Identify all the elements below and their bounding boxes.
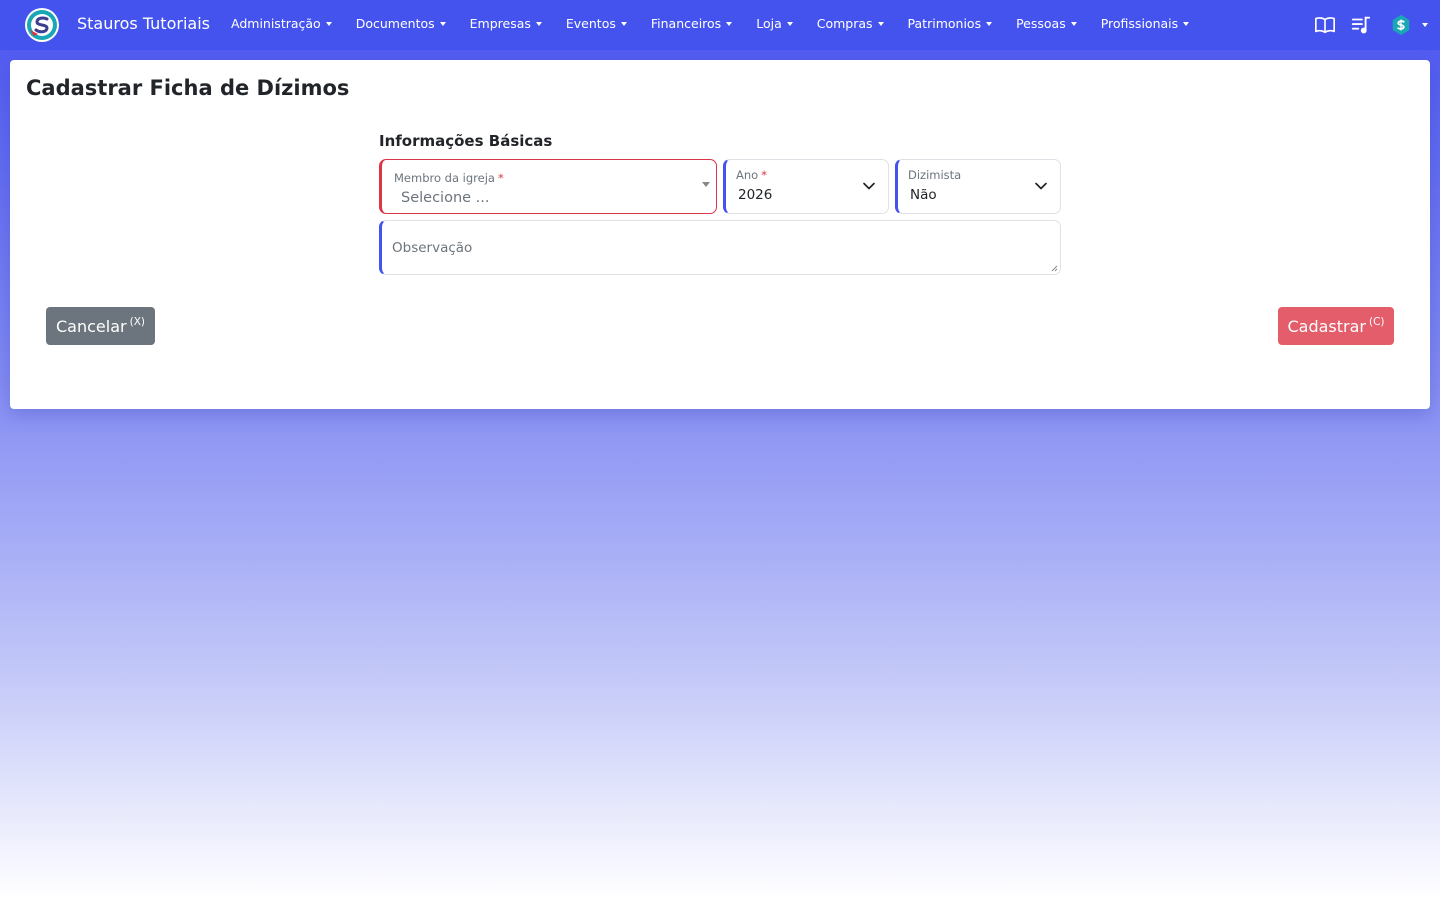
observation-textarea[interactable]: Observação [379, 220, 1061, 275]
caret-down-icon [1070, 21, 1077, 26]
tither-value: Não [910, 187, 937, 203]
book-icon[interactable] [1312, 12, 1338, 38]
menu-label: Eventos [565, 16, 616, 31]
menu-label: Financeiros [650, 16, 722, 31]
resize-handle-icon[interactable] [1050, 264, 1058, 272]
menu-pessoas[interactable]: Pessoas [1016, 16, 1077, 31]
caret-down-icon [877, 21, 884, 26]
cancel-button[interactable]: Cancelar (X) [46, 307, 155, 345]
caret-down-icon [726, 21, 733, 26]
main-menu: Administração Documentos Empresas Evento… [231, 16, 1213, 31]
tither-select[interactable]: Dizimista Não [895, 159, 1061, 214]
observation-placeholder: Observação [392, 240, 473, 256]
navbar: Stauros Tutoriais Administração Document… [0, 0, 1440, 50]
menu-compras[interactable]: Compras [817, 16, 884, 31]
menu-label: Administração [231, 16, 321, 31]
menu-documentos[interactable]: Documentos [356, 16, 446, 31]
submit-button[interactable]: Cadastrar (C) [1278, 307, 1394, 345]
chevron-down-icon [863, 182, 875, 190]
chevron-down-icon [1035, 182, 1047, 190]
caret-down-icon [1183, 21, 1190, 26]
caret-down-icon [535, 21, 542, 26]
submit-label: Cadastrar [1287, 316, 1366, 336]
year-value: 2026 [738, 187, 773, 203]
menu-profissionais[interactable]: Profissionais [1100, 16, 1190, 31]
menu-loja[interactable]: Loja [756, 16, 793, 31]
caret-down-icon [986, 21, 993, 26]
member-placeholder: Selecione ... [401, 190, 490, 206]
required-mark: * [761, 168, 767, 182]
dropdown-arrow-icon [702, 182, 710, 187]
page-title: Cadastrar Ficha de Dízimos [26, 76, 350, 100]
member-select[interactable]: Membro da igreja * Selecione ... [379, 159, 717, 214]
menu-eventos[interactable]: Eventos [566, 16, 627, 31]
year-label: Ano * [736, 168, 767, 182]
playlist-icon[interactable] [1348, 12, 1374, 38]
menu-label: Compras [816, 16, 873, 31]
cancel-shortcut: (X) [129, 316, 145, 328]
brand-name[interactable]: Stauros Tutoriais [77, 14, 210, 33]
submit-shortcut: (C) [1368, 316, 1385, 328]
menu-administracao[interactable]: Administração [231, 16, 332, 31]
year-select[interactable]: Ano * 2026 [723, 159, 889, 214]
user-menu[interactable] [1388, 12, 1428, 38]
menu-empresas[interactable]: Empresas [470, 16, 542, 31]
menu-label: Profissionais [1100, 16, 1179, 31]
member-label: Membro da igreja * [394, 171, 504, 185]
menu-label: Documentos [355, 16, 435, 31]
stauros-logo-icon[interactable] [25, 8, 59, 42]
menu-label: Pessoas [1016, 16, 1066, 31]
menu-label: Loja [756, 16, 782, 31]
caret-down-icon [325, 21, 332, 26]
tither-label: Dizimista [908, 168, 962, 182]
menu-patrimonios[interactable]: Patrimonios [908, 16, 993, 31]
caret-down-icon [439, 21, 446, 26]
menu-label: Empresas [469, 16, 531, 31]
cancel-label: Cancelar [56, 316, 127, 336]
section-title: Informações Básicas [379, 132, 553, 150]
menu-label: Patrimonios [907, 16, 982, 31]
caret-down-icon [786, 21, 793, 26]
user-avatar-icon [1388, 12, 1414, 38]
menu-financeiros[interactable]: Financeiros [650, 16, 733, 31]
caret-down-icon [1422, 23, 1428, 27]
form-card: Cadastrar Ficha de Dízimos Informações B… [10, 60, 1430, 409]
navbar-actions [1312, 12, 1428, 38]
required-mark: * [497, 171, 504, 185]
caret-down-icon [620, 21, 627, 26]
